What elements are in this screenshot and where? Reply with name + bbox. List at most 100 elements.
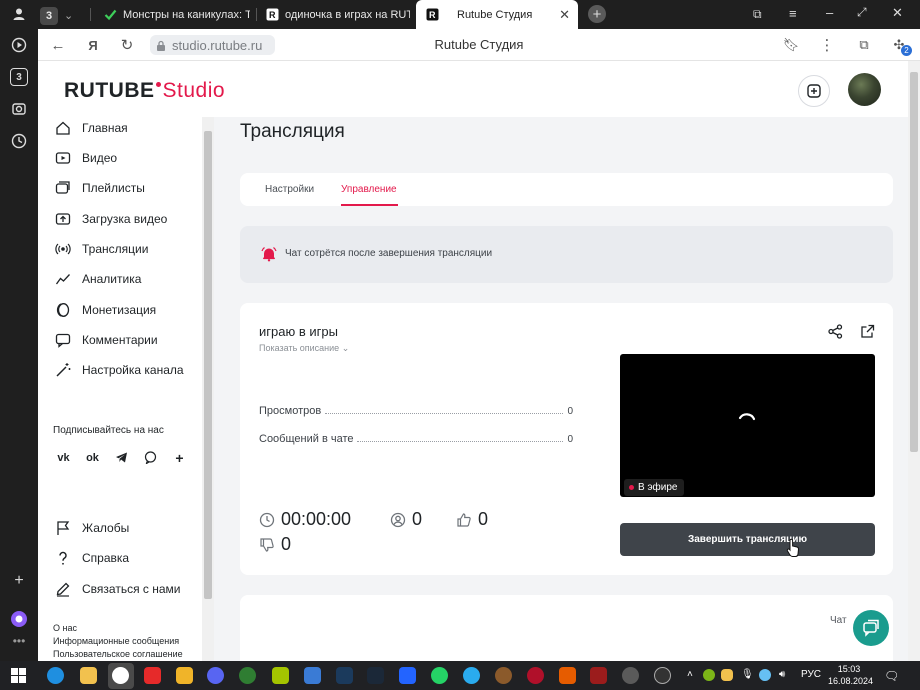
tab-rutube-studio[interactable]: R Rutube Студия ✕ bbox=[416, 0, 578, 29]
yandex-icon[interactable] bbox=[144, 667, 161, 684]
tray-chevron-icon[interactable]: ˄ bbox=[687, 669, 693, 680]
play-circle-icon[interactable] bbox=[10, 36, 28, 54]
upload-icon bbox=[54, 210, 72, 228]
minimize-icon[interactable]: – bbox=[826, 5, 833, 20]
clock-time: 15:03 bbox=[837, 664, 861, 674]
nav-item-video[interactable]: Видео bbox=[54, 147, 117, 169]
more-icon[interactable]: ••• bbox=[10, 632, 28, 650]
clock-icon bbox=[259, 512, 275, 527]
add-content-button[interactable] bbox=[798, 75, 830, 107]
app-icon-4[interactable] bbox=[304, 667, 321, 684]
tab-label: Монстры на каникулах: Тр bbox=[123, 8, 250, 21]
steam-icon[interactable] bbox=[367, 667, 384, 684]
language-indicator[interactable]: РУС bbox=[801, 669, 821, 680]
notifications-icon[interactable]: 🗨︎ bbox=[884, 669, 899, 683]
whatsapp-icon[interactable] bbox=[431, 667, 448, 684]
nav-item-playlists[interactable]: Плейлисты bbox=[54, 177, 145, 199]
profile-icon[interactable] bbox=[10, 5, 28, 23]
page-scroll-thumb[interactable] bbox=[910, 72, 918, 452]
group-badge-icon[interactable]: 3 bbox=[10, 68, 28, 86]
vk-icon[interactable]: vk bbox=[53, 447, 74, 468]
tray-icon-2[interactable] bbox=[721, 669, 733, 681]
file-explorer-icon[interactable] bbox=[80, 667, 97, 684]
nav-item-help[interactable]: Справка bbox=[54, 547, 129, 569]
close-tab-icon[interactable]: ✕ bbox=[559, 7, 570, 23]
bookmark-icon[interactable]: 🔖︎ bbox=[782, 36, 800, 54]
end-stream-button[interactable]: Завершить трансляцию bbox=[620, 523, 875, 556]
discord-icon[interactable] bbox=[207, 667, 224, 684]
app-icon-9[interactable] bbox=[590, 667, 607, 684]
stream-dislikes: 0 bbox=[259, 534, 291, 555]
nav-item-comments[interactable]: Комментарии bbox=[54, 329, 158, 351]
nav-item-complaints[interactable]: Жалобы bbox=[54, 517, 129, 539]
app-icon-1[interactable] bbox=[176, 667, 193, 684]
tab-monsters[interactable]: Монстры на каникулах: Тр bbox=[104, 4, 250, 25]
restore-icon[interactable]: ⤢ bbox=[857, 5, 867, 20]
extensions-icon[interactable]: ⧉ bbox=[855, 36, 873, 54]
collections-icon[interactable]: ⧉ bbox=[753, 7, 762, 22]
menu-icon[interactable]: ≡ bbox=[789, 6, 797, 21]
telegram-taskbar-icon[interactable] bbox=[463, 667, 480, 684]
show-description-link[interactable]: Показать описание ⌄ bbox=[259, 343, 349, 354]
stream-card: играю в игры Показать описание ⌄ Просмот… bbox=[240, 303, 893, 575]
stream-preview-player[interactable]: В эфире bbox=[620, 354, 875, 497]
volume-icon[interactable]: 🔊︎ bbox=[779, 669, 785, 680]
footer-link-info[interactable]: Информационные сообщения bbox=[53, 636, 179, 646]
tray-icon-1[interactable] bbox=[703, 669, 715, 681]
app-icon-5[interactable] bbox=[399, 667, 416, 684]
nav-item-upload[interactable]: Загрузка видео bbox=[54, 208, 167, 230]
nav-item-broadcasts[interactable]: Трансляции bbox=[54, 238, 148, 260]
system-clock[interactable]: 15:03 16.08.2024 bbox=[828, 663, 873, 687]
telegram-icon[interactable] bbox=[111, 447, 132, 468]
edge-icon[interactable] bbox=[47, 667, 64, 684]
nav-label: Монетизация bbox=[82, 303, 157, 317]
address-bar[interactable]: studio.rutube.ru bbox=[150, 35, 275, 55]
support-chat-button[interactable] bbox=[853, 610, 889, 646]
nav-item-contact[interactable]: Связаться с нами bbox=[54, 578, 180, 600]
history-icon[interactable] bbox=[10, 132, 28, 150]
nav-item-home[interactable]: Главная bbox=[54, 117, 128, 139]
windows-start-icon[interactable] bbox=[11, 668, 26, 683]
nav-scroll-thumb[interactable] bbox=[204, 131, 212, 599]
shield-icon[interactable] bbox=[336, 667, 353, 684]
kebab-menu-icon[interactable]: ⋮ bbox=[818, 36, 836, 54]
nav-item-analytics[interactable]: Аналитика bbox=[54, 268, 141, 290]
nav-item-channel-settings[interactable]: Настройка канала bbox=[54, 359, 184, 381]
app-icon-10[interactable] bbox=[654, 667, 671, 684]
share-icon[interactable] bbox=[826, 322, 844, 340]
screenshot-icon[interactable] bbox=[10, 100, 28, 118]
yandex-browser-icon[interactable] bbox=[112, 667, 129, 684]
stat-label: Просмотров bbox=[259, 405, 322, 417]
app-icon-2[interactable] bbox=[239, 667, 256, 684]
chevron-down-icon: ⌄ bbox=[341, 343, 350, 353]
more-socials-icon[interactable]: + bbox=[169, 447, 190, 468]
yandex-icon[interactable]: Я bbox=[84, 36, 102, 54]
steam-tray-icon[interactable] bbox=[759, 669, 771, 681]
settings-icon[interactable] bbox=[622, 667, 639, 684]
app-icon-3[interactable] bbox=[272, 667, 289, 684]
home-icon bbox=[54, 119, 72, 137]
new-tab-icon[interactable]: + bbox=[588, 5, 606, 23]
app-icon-8[interactable] bbox=[559, 667, 576, 684]
add-panel-icon[interactable]: + bbox=[10, 572, 28, 590]
ok-icon[interactable]: ok bbox=[82, 447, 103, 468]
external-link-icon[interactable] bbox=[858, 322, 876, 340]
logo-studio: Studio bbox=[162, 79, 226, 102]
viber-icon[interactable] bbox=[140, 447, 161, 468]
alice-icon[interactable] bbox=[10, 610, 28, 628]
reload-icon[interactable]: ↻ bbox=[118, 36, 136, 54]
tab-group-3[interactable]: 3 ⌄ bbox=[40, 5, 88, 26]
footer-link-agreement[interactable]: Пользовательское соглашение bbox=[53, 649, 183, 659]
rutube-studio-logo[interactable]: RUTUBE Studio bbox=[64, 79, 225, 103]
app-icon-7[interactable] bbox=[527, 667, 544, 684]
microphone-icon[interactable]: 🎙︎ bbox=[741, 669, 754, 680]
tab-settings[interactable]: Настройки bbox=[265, 184, 314, 195]
back-icon[interactable]: ← bbox=[49, 36, 67, 54]
tab-loner[interactable]: R одиночка в играх на RUT bbox=[266, 4, 410, 25]
tab-management[interactable]: Управление bbox=[341, 184, 397, 195]
app-icon-6[interactable] bbox=[495, 667, 512, 684]
avatar[interactable] bbox=[848, 73, 881, 106]
footer-link-about[interactable]: О нас bbox=[53, 623, 77, 633]
close-window-icon[interactable]: ✕ bbox=[892, 5, 903, 21]
nav-item-monetization[interactable]: Монетизация bbox=[54, 299, 156, 321]
